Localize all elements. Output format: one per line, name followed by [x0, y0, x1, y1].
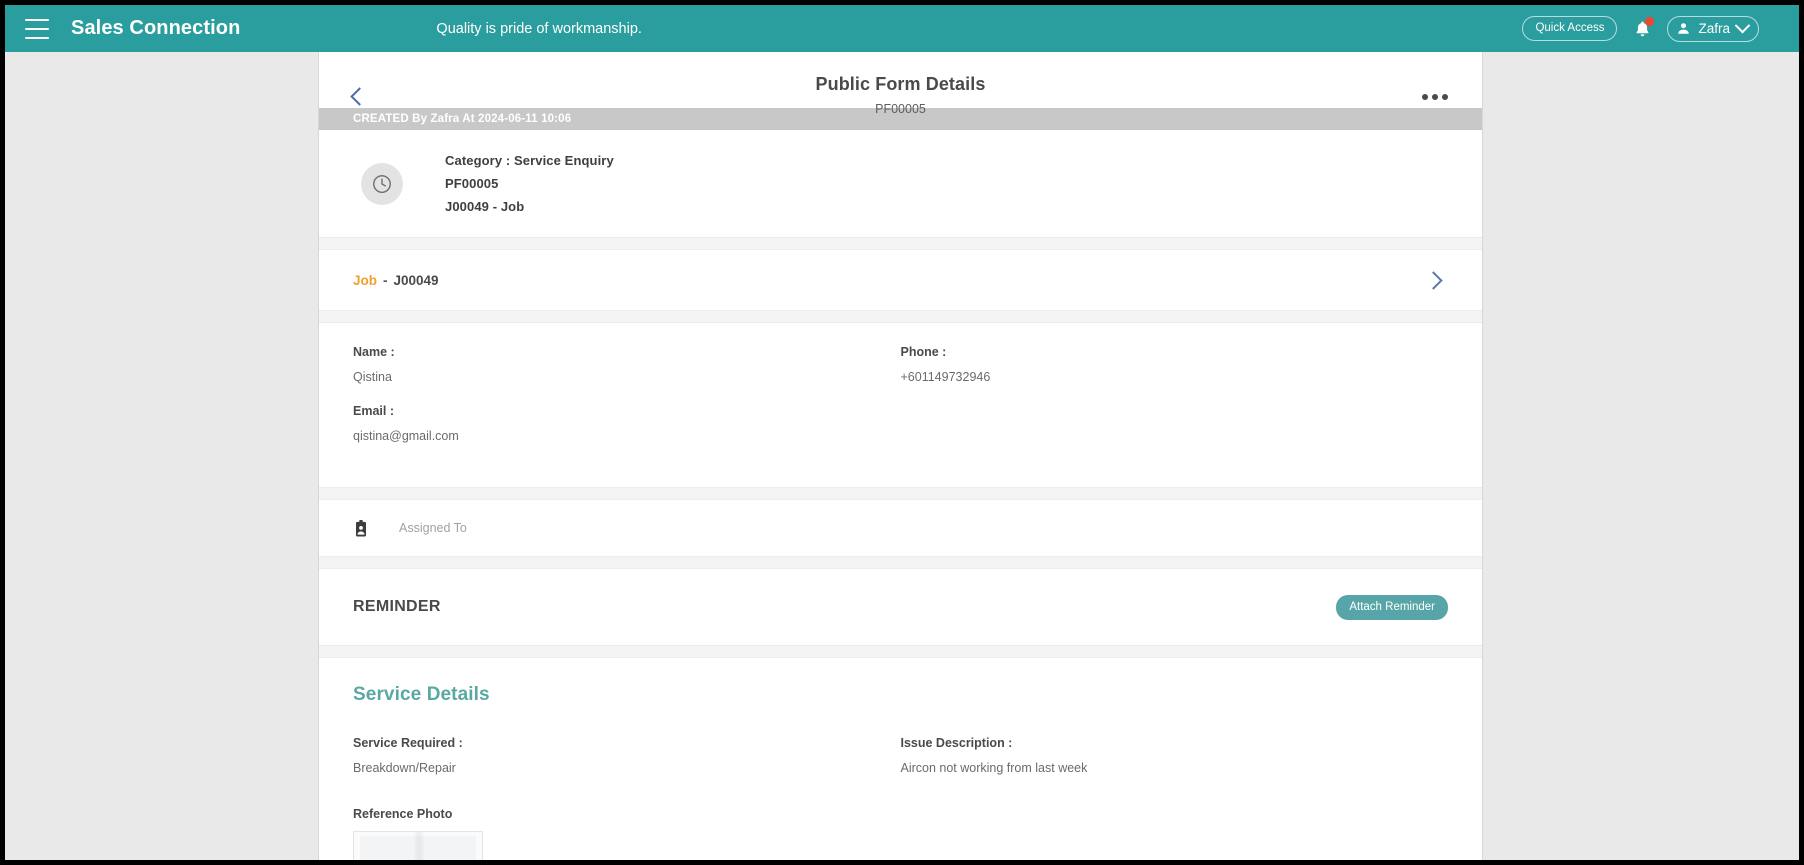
page-background: Public Form Details PF00005 CREATED By Z…	[5, 52, 1799, 860]
title-block: Public Form Details PF00005	[319, 74, 1482, 116]
chevron-down-icon	[1734, 17, 1751, 33]
reference-photo-thumbnail[interactable]	[353, 831, 483, 860]
tagline-text: Quality is pride of workmanship.	[436, 20, 642, 37]
email-label: Email :	[353, 404, 394, 418]
section-divider	[319, 556, 1482, 569]
hamburger-menu-icon[interactable]	[25, 18, 49, 39]
content-panel: Public Form Details PF00005 CREATED By Z…	[318, 52, 1483, 860]
reference-photo-image	[360, 836, 476, 860]
chevron-right-icon[interactable]	[1424, 270, 1443, 290]
assigned-to-row[interactable]: Assigned To	[319, 500, 1482, 556]
category-card: Category : Service Enquiry PF00005 J0004…	[319, 130, 1482, 237]
person-icon	[1678, 22, 1690, 34]
clock-icon-wrapper	[361, 162, 403, 205]
related-job-row[interactable]: Job - J00049	[319, 250, 1482, 310]
job-type-label: Job	[353, 272, 378, 288]
phone-value: +601149732946	[900, 370, 991, 384]
field-name: Name : Qistina	[353, 345, 901, 404]
reminder-section: REMINDER Attach Reminder	[319, 569, 1482, 645]
top-navigation-bar: Sales Connection Quality is pride of wor…	[5, 5, 1799, 52]
notification-dot	[1645, 16, 1655, 26]
section-divider	[319, 645, 1482, 658]
app-window: Sales Connection Quality is pride of wor…	[0, 0, 1804, 865]
section-divider	[319, 310, 1482, 323]
field-service-required: Service Required : Breakdown/Repair	[353, 736, 901, 795]
assigned-to-placeholder: Assigned To	[399, 521, 467, 535]
category-line-3: J00049 - Job	[445, 199, 525, 214]
category-line-1: Category : Service Enquiry	[445, 153, 614, 168]
issue-description-label: Issue Description :	[900, 736, 1013, 750]
section-divider	[319, 487, 1482, 500]
reminder-heading: REMINDER	[353, 598, 441, 615]
service-required-label: Service Required :	[353, 736, 463, 750]
attach-reminder-button[interactable]: Attach Reminder	[1336, 594, 1448, 620]
quick-access-button[interactable]: Quick Access	[1522, 16, 1618, 41]
category-line-2: PF00005	[445, 176, 499, 191]
job-id-value: J00049	[393, 272, 439, 288]
name-label: Name :	[353, 345, 395, 359]
user-name-label: Zafra	[1698, 20, 1730, 36]
field-empty	[901, 404, 1449, 463]
section-divider	[319, 237, 1482, 250]
contact-details-group: Name : Qistina Phone : +601149732946 Ema…	[319, 323, 1482, 487]
page-title: Public Form Details	[815, 74, 986, 94]
email-value: qistina@gmail.com	[353, 429, 459, 443]
panel-header: Public Form Details PF00005	[319, 52, 1482, 116]
service-details-section: Service Details Service Required : Break…	[319, 658, 1482, 860]
contact-row-1: Name : Qistina Phone : +601149732946	[353, 345, 1448, 404]
notifications-button[interactable]	[1631, 16, 1655, 41]
service-row-1: Service Required : Breakdown/Repair Issu…	[353, 736, 1448, 795]
field-phone: Phone : +601149732946	[901, 345, 1449, 404]
more-options-icon[interactable]	[1422, 94, 1448, 100]
phone-label: Phone :	[900, 345, 947, 359]
service-details-heading: Service Details	[353, 684, 490, 705]
clock-icon	[373, 174, 391, 193]
field-email: Email : qistina@gmail.com	[353, 404, 901, 463]
reference-photo-label: Reference Photo	[353, 807, 453, 821]
issue-description-value: Aircon not working from last week	[900, 761, 1088, 775]
contact-row-2: Email : qistina@gmail.com	[353, 404, 1448, 463]
name-value: Qistina	[353, 370, 392, 384]
topbar-actions: Quick Access Zafra	[1522, 15, 1785, 42]
field-issue-description: Issue Description : Aircon not working f…	[901, 736, 1449, 795]
user-menu[interactable]: Zafra	[1667, 15, 1759, 42]
app-brand-title: Sales Connection	[71, 17, 241, 39]
page-subtitle: PF00005	[875, 102, 926, 116]
category-text-lines: Category : Service Enquiry PF00005 J0004…	[445, 153, 614, 214]
service-required-value: Breakdown/Repair	[353, 761, 456, 775]
job-separator: -	[383, 272, 388, 288]
id-badge-icon	[356, 519, 366, 536]
